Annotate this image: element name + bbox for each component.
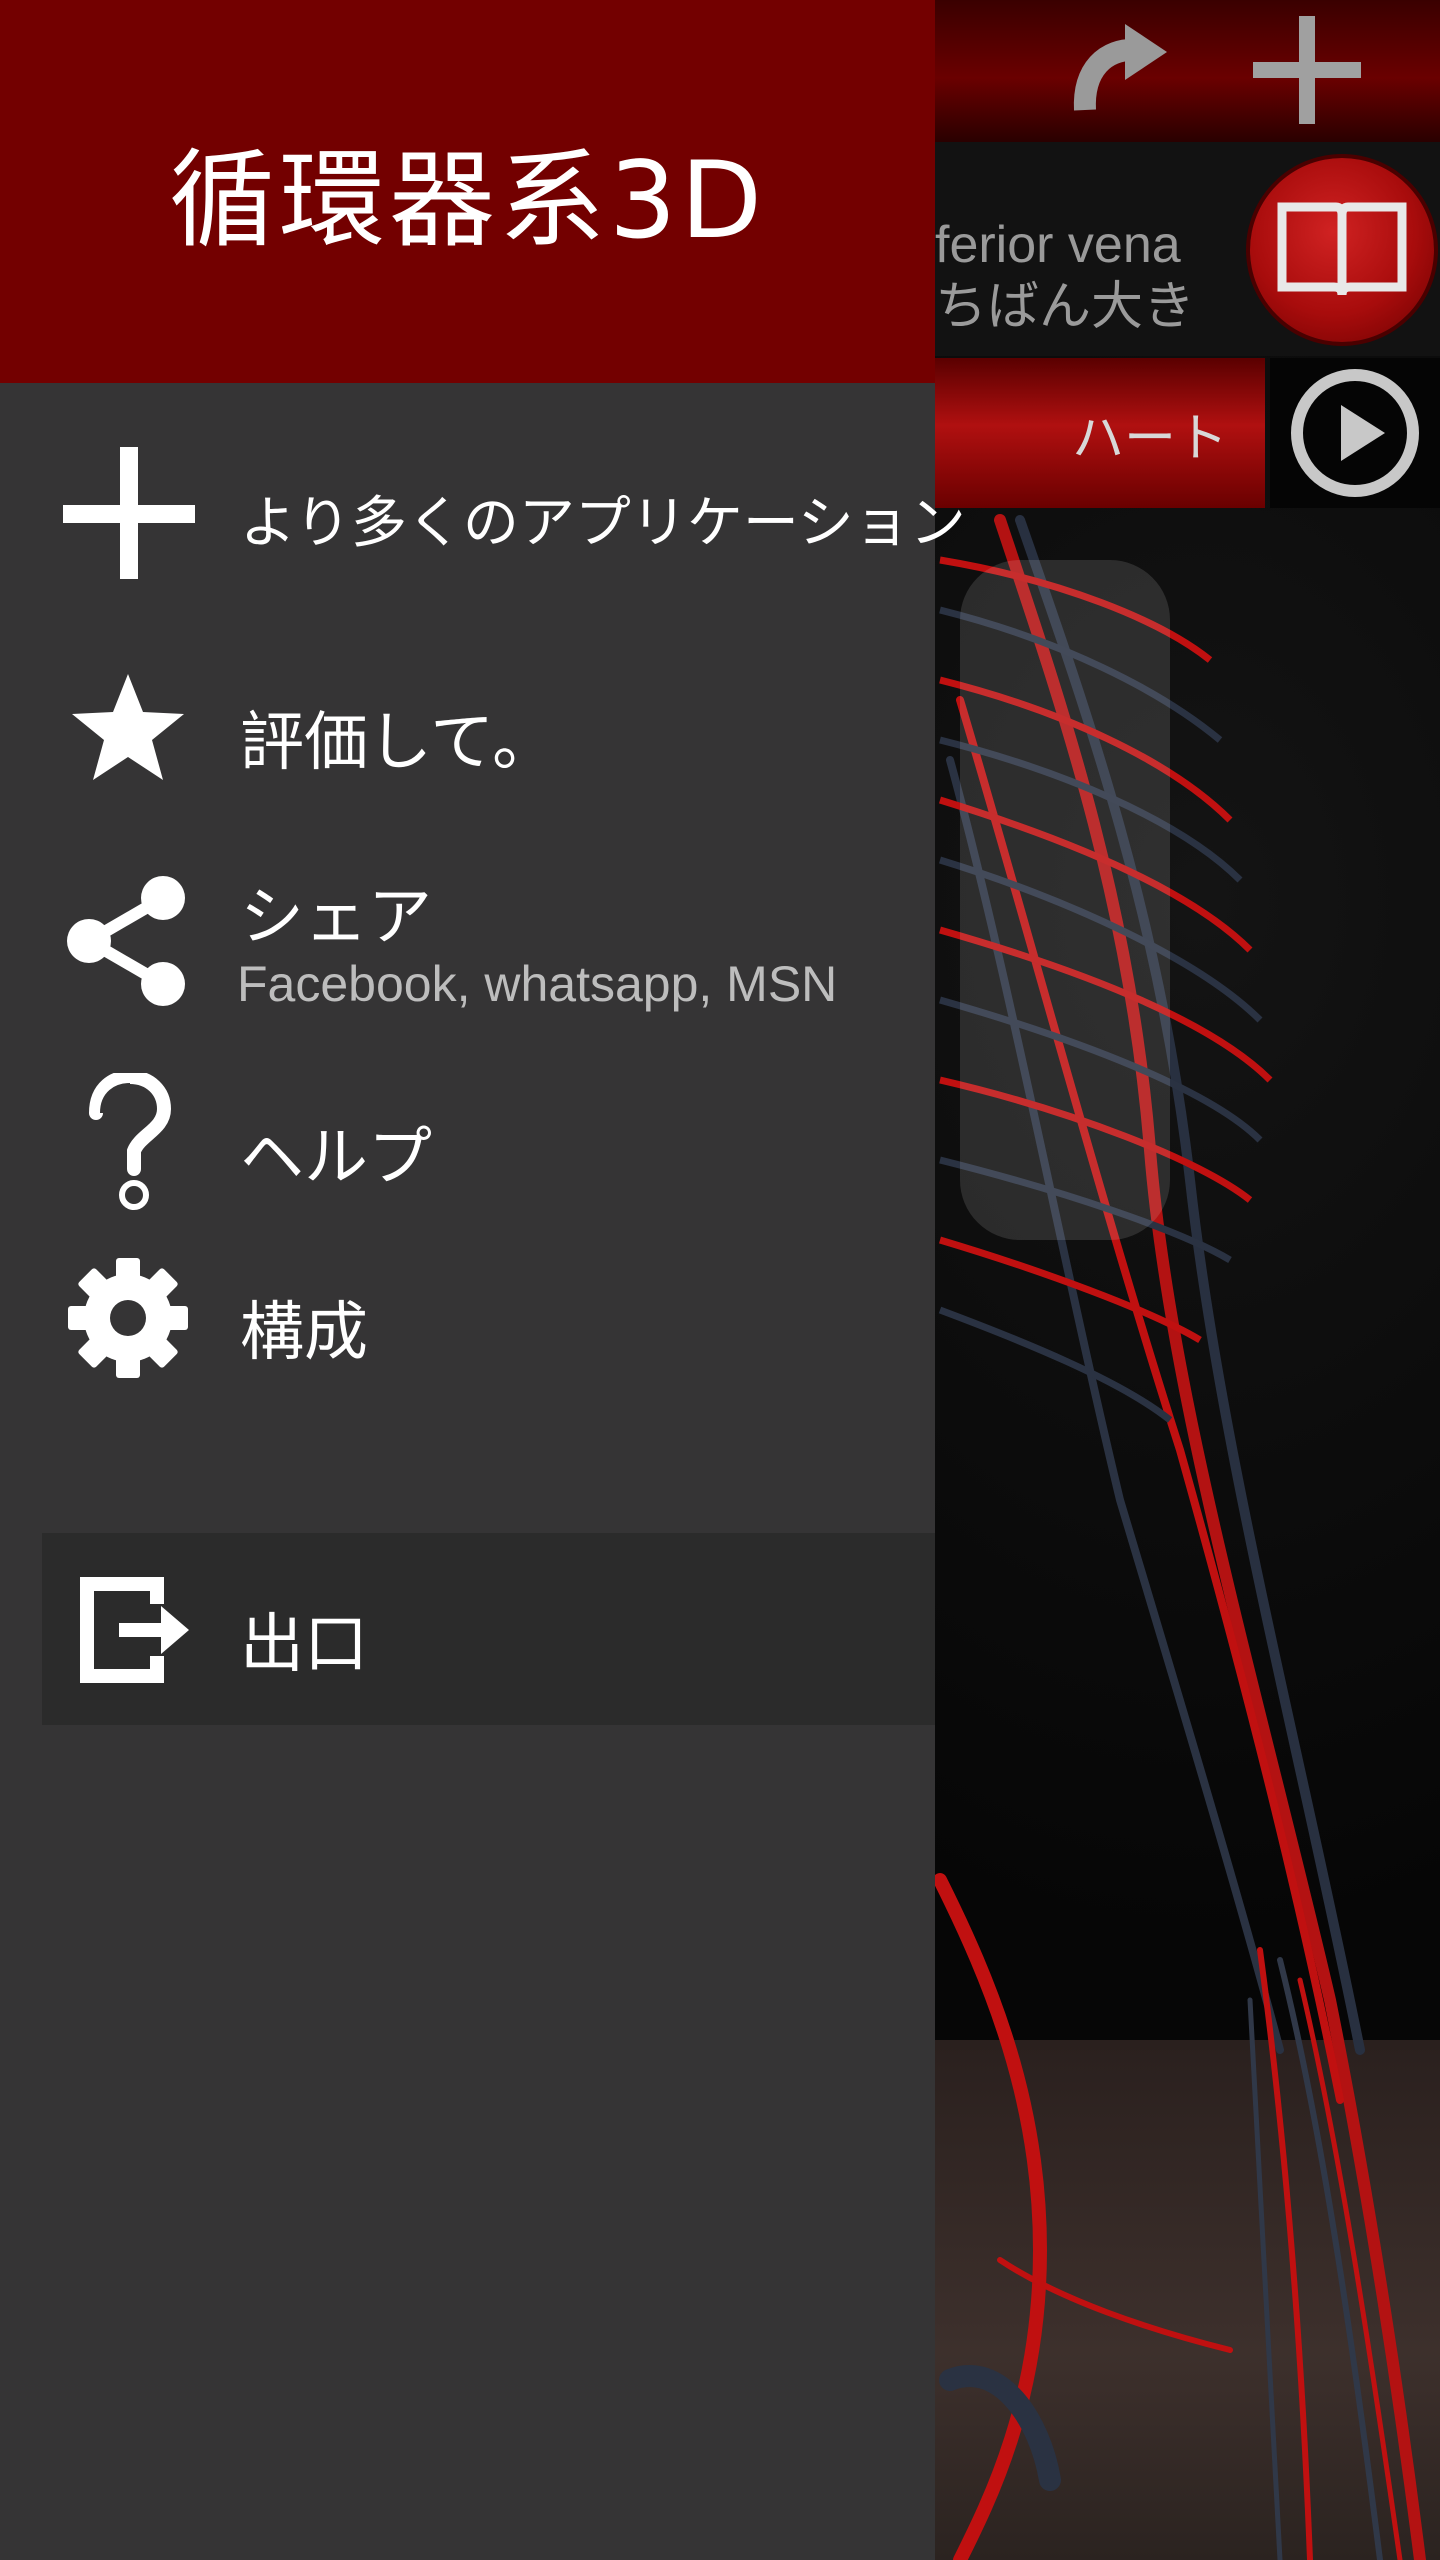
heart-button[interactable]: ハート bbox=[935, 358, 1265, 508]
redo-icon[interactable] bbox=[1055, 10, 1175, 130]
gear-icon bbox=[55, 1245, 200, 1390]
question-mark-icon bbox=[55, 1070, 200, 1215]
viewer-toolbar bbox=[935, 0, 1440, 142]
info-line-2: ちばん大き bbox=[935, 278, 1196, 336]
heart-button-label: ハート bbox=[1071, 408, 1228, 469]
menu-item-help[interactable]: ヘルプ bbox=[0, 1070, 935, 1220]
app-title: 循環器系3D bbox=[168, 138, 767, 262]
menu-item-rate[interactable]: 評価して。 bbox=[0, 655, 935, 800]
drawer-header: 循環器系3D bbox=[0, 0, 935, 383]
info-line-1: ferior vena bbox=[935, 216, 1181, 274]
menu-sublabel-share: Facebook, whatsapp, MSN bbox=[237, 956, 838, 1012]
menu-label-more-apps: より多くのアプリケーション bbox=[240, 491, 966, 556]
navigation-drawer: 循環器系3D より多くのアプリケーション 評価して。 シェア Facebook,… bbox=[0, 0, 966, 2560]
menu-item-exit[interactable]: 出口 bbox=[42, 1533, 935, 1725]
menu-item-settings[interactable]: 構成 bbox=[0, 1245, 935, 1395]
menu-label-settings: 構成 bbox=[240, 1296, 368, 1370]
menu-label-exit: 出口 bbox=[240, 1608, 368, 1682]
play-button[interactable] bbox=[1270, 358, 1440, 508]
star-icon bbox=[55, 655, 200, 800]
exit-icon bbox=[60, 1557, 205, 1702]
book-icon bbox=[1277, 202, 1407, 296]
play-icon bbox=[1291, 369, 1419, 497]
plus-icon bbox=[55, 440, 200, 585]
book-button[interactable] bbox=[1250, 158, 1434, 342]
menu-label-rate: 評価して。 bbox=[240, 706, 557, 780]
share-icon bbox=[55, 868, 200, 1013]
menu-item-share[interactable]: シェア Facebook, whatsapp, MSN bbox=[0, 860, 935, 1020]
add-icon[interactable] bbox=[1247, 10, 1367, 130]
menu-label-share: シェア bbox=[240, 881, 432, 955]
structure-description: ferior vena ちばん大き bbox=[935, 214, 1225, 354]
menu-label-help: ヘルプ bbox=[240, 1121, 432, 1195]
menu-item-more-apps[interactable]: より多くのアプリケーション bbox=[0, 440, 966, 585]
